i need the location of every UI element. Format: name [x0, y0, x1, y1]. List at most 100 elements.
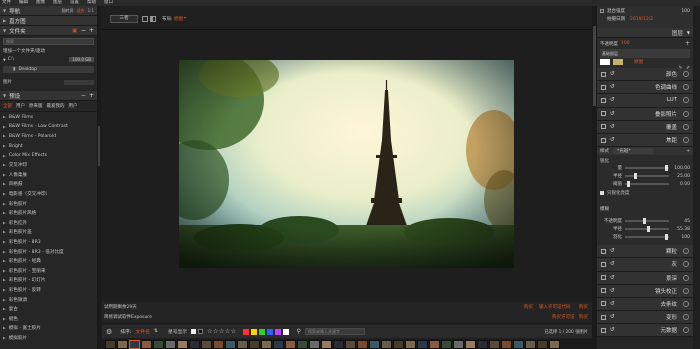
filter-label[interactable]: 星号显示 — [168, 328, 187, 335]
filmstrip-thumbnail[interactable] — [441, 339, 452, 349]
toggle-icon[interactable] — [601, 97, 606, 103]
color-label-swatch[interactable] — [274, 328, 281, 335]
preset-tab[interactable]: 用户 — [69, 103, 78, 109]
plus-icon[interactable]: + — [686, 149, 690, 154]
preset-item[interactable]: ▶ Bright — [0, 142, 97, 152]
plus-icon[interactable]: + — [685, 40, 690, 47]
date-value[interactable]: 2019/12/2 — [630, 17, 653, 22]
buy-link-2[interactable]: 购买 — [579, 304, 588, 310]
slider-knob[interactable] — [642, 218, 646, 225]
filmstrip-thumbnail[interactable] — [345, 339, 356, 349]
filmstrip-thumbnail[interactable] — [213, 339, 224, 349]
mask-thumb[interactable] — [600, 59, 610, 65]
preset-tab[interactable]: 用户 — [16, 103, 25, 109]
preset-item[interactable]: ▶ 彩色胶片 - 8R3 — [0, 238, 97, 248]
slider-row[interactable]: 量 100.00 — [600, 164, 690, 172]
preset-item[interactable]: ▶ Color Mix Effects — [0, 151, 97, 161]
adjustment-panel-header[interactable]: ↺ 镜头校正 — [597, 284, 693, 298]
panel-switch-icon[interactable] — [683, 314, 689, 321]
adjustment-panel-header[interactable]: ↺ 覆盖 — [597, 120, 693, 134]
color-label-swatch[interactable] — [258, 328, 265, 335]
reset-icon[interactable]: ↺ — [610, 137, 615, 143]
filmstrip-thumbnail[interactable] — [381, 339, 392, 349]
filmstrip-thumbnail[interactable] — [273, 339, 284, 349]
reset-icon[interactable]: ↺ — [610, 314, 615, 320]
minus-icon[interactable]: − — [81, 27, 86, 34]
preset-item[interactable]: ▶ 彩色胶片 - 经典 — [0, 257, 97, 267]
filmstrip-thumbnail[interactable] — [117, 339, 128, 349]
toggle-icon[interactable] — [601, 288, 606, 294]
filmstrip-thumbnail[interactable] — [129, 339, 140, 349]
nav-option-fit[interactable]: 适合 — [77, 8, 85, 14]
panel-switch-icon[interactable] — [683, 97, 689, 104]
slider-row[interactable]: 不透明度 45 — [600, 217, 690, 225]
folder-desktop[interactable]: ▮ Desktop — [3, 66, 94, 73]
slider-row[interactable]: 半径 25.00 — [600, 172, 690, 180]
panel-switch-icon[interactable] — [683, 300, 689, 307]
filmstrip-thumbnail[interactable] — [417, 339, 428, 349]
filmstrip-thumbnail[interactable] — [369, 339, 380, 349]
checkbox-icon[interactable] — [600, 9, 604, 13]
filmstrip-thumbnail[interactable] — [225, 339, 236, 349]
reset-icon[interactable]: ↺ — [610, 97, 615, 103]
flag-white-icon[interactable] — [191, 329, 197, 334]
view-dropdown[interactable]: 原图 — [174, 16, 183, 22]
left-scrollbar[interactable] — [97, 6, 101, 349]
blend-row[interactable]: 混合强度 100 — [600, 8, 690, 14]
panel-switch-icon[interactable] — [683, 327, 689, 334]
preset-item[interactable]: ▶ B&W Films - Polaroid — [0, 132, 97, 142]
adjustment-panel-header[interactable]: ↺ 颗粒 — [597, 245, 693, 259]
toggle-icon[interactable] — [601, 137, 606, 143]
preset-item[interactable]: ▶ 彩色胶片 - 宝丽来 — [0, 267, 97, 277]
adjustment-panel-header[interactable]: ↺ 焦距 — [597, 133, 693, 148]
adjustment-panel-header[interactable]: ↺ 景深 — [597, 271, 693, 285]
filmstrip-thumbnail[interactable] — [513, 339, 524, 349]
folder-search-input[interactable]: 搜索 — [3, 38, 94, 45]
slider-track[interactable] — [625, 234, 669, 241]
eiffel-photo[interactable] — [179, 60, 514, 268]
histogram-header[interactable]: ▶ 直方图 — [0, 16, 97, 26]
filmstrip-thumbnail[interactable] — [201, 339, 212, 349]
slider-track[interactable] — [625, 165, 669, 172]
star-rating[interactable]: ☆☆☆☆☆ — [207, 328, 236, 335]
panel-switch-icon[interactable] — [683, 110, 689, 117]
filmstrip-thumbnail[interactable] — [453, 339, 464, 349]
filmstrip-thumbnail[interactable] — [189, 339, 200, 349]
preset-item[interactable]: ▶ 模拟胶片 — [0, 334, 97, 344]
navigator-header[interactable]: ▼ 导航 翻转屏 适合 1:1 — [0, 6, 97, 16]
filmstrip-thumbnail[interactable] — [489, 339, 500, 349]
drive-row[interactable]: ▼ C:\ 100.0 GB — [3, 57, 94, 62]
preset-item[interactable]: ▶ 模拟 - 富士胶片 — [0, 324, 97, 334]
preset-tab[interactable]: 原来版 — [29, 103, 43, 109]
toggle-icon[interactable] — [601, 314, 606, 320]
preset-item[interactable]: ▶ 彩色微调 — [0, 295, 97, 305]
preset-item[interactable]: ▶ 彩色胶片盖 — [0, 228, 97, 238]
filmstrip-thumbnail[interactable] — [249, 339, 260, 349]
sort-order-icon[interactable]: ⇅ — [154, 329, 158, 334]
preset-item[interactable]: ▶ 交叉冲印 — [0, 161, 97, 171]
filmstrip-thumbnail[interactable] — [393, 339, 404, 349]
opacity-value[interactable]: 100 — [621, 41, 630, 46]
panel-switch-icon[interactable] — [683, 274, 689, 281]
layers-header[interactable]: 图层 ▼ — [597, 28, 693, 38]
sort-dropdown[interactable]: 文件名 — [136, 328, 150, 335]
preset-item[interactable]: ▶ 彩色胶片 - 8R3 - 低对比度 — [0, 247, 97, 257]
nav-option-1to1[interactable]: 1:1 — [88, 8, 94, 13]
filmstrip-thumbnail[interactable] — [501, 339, 512, 349]
toggle-icon[interactable] — [601, 261, 606, 267]
filmstrip-thumbnail[interactable] — [537, 339, 548, 349]
slider-knob[interactable] — [627, 181, 631, 188]
reset-icon[interactable]: ↺ — [610, 84, 615, 90]
adjustment-panel-header[interactable]: ↺ 去条纹 — [597, 297, 693, 312]
adjustment-panel-header[interactable]: ↺ 叠影照片 — [597, 107, 693, 121]
presets-header[interactable]: ▼ 预设 − + — [0, 91, 97, 101]
filmstrip-thumbnail[interactable] — [465, 339, 476, 349]
filmstrip-thumbnail[interactable] — [525, 339, 536, 349]
slider-knob[interactable] — [664, 165, 668, 172]
preset-item[interactable]: ▶ 复古 — [0, 305, 97, 315]
toggle-icon[interactable] — [601, 301, 606, 307]
preset-item[interactable]: ▶ 彩色胶片 - 幻灯片 — [0, 276, 97, 286]
keyword-search-input[interactable]: 搜索或输入关键字 — [304, 328, 365, 335]
reset-icon[interactable]: ↺ — [610, 248, 615, 254]
preset-item[interactable]: ▶ 彩色胶片 - 反转 — [0, 286, 97, 296]
